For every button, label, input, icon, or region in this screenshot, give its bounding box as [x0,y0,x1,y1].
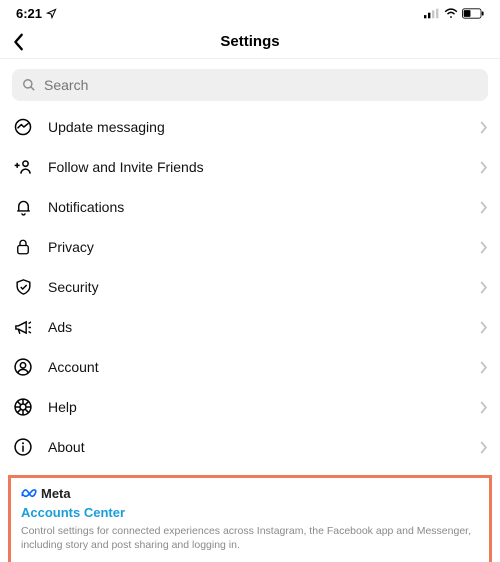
status-bar: 6:21 [0,0,500,25]
settings-item-label: Follow and Invite Friends [48,159,466,175]
lock-icon [12,237,34,257]
help-icon [12,397,34,417]
settings-item-about[interactable]: About [12,427,488,467]
search-input[interactable] [44,77,478,93]
user-icon [12,357,34,377]
chevron-right-icon [480,321,488,334]
status-time: 6:21 [16,6,42,21]
accounts-center-link[interactable]: Accounts Center [21,505,479,520]
settings-item-label: About [48,439,466,455]
chevron-right-icon [480,241,488,254]
accounts-center-card[interactable]: Meta Accounts Center Control settings fo… [8,475,492,562]
add-friend-icon [12,157,34,177]
back-button[interactable] [12,33,26,51]
shield-icon [12,277,34,297]
search-icon [22,78,36,92]
page-title: Settings [220,33,279,50]
settings-item-label: Notifications [48,199,466,215]
location-icon [46,8,57,19]
chevron-right-icon [480,161,488,174]
accounts-center-description: Control settings for connected experienc… [21,524,479,552]
meta-icon [21,488,37,499]
megaphone-icon [12,318,34,337]
settings-item-update-messaging[interactable]: Update messaging [12,107,488,147]
settings-item-label: Update messaging [48,119,466,135]
settings-item-label: Account [48,359,466,375]
settings-item-account[interactable]: Account [12,347,488,387]
meta-brand-label: Meta [41,486,71,501]
chevron-right-icon [480,401,488,414]
settings-item-help[interactable]: Help [12,387,488,427]
meta-brand: Meta [21,486,479,501]
settings-item-label: Security [48,279,466,295]
cell-signal-icon [424,8,440,19]
chevron-right-icon [480,201,488,214]
chevron-right-icon [480,121,488,134]
wifi-icon [444,8,458,19]
settings-item-ads[interactable]: Ads [12,307,488,347]
settings-list: Update messaging Follow and Invite Frien… [12,107,488,467]
chevron-right-icon [480,441,488,454]
page-header: Settings [0,25,500,59]
settings-item-notifications[interactable]: Notifications [12,187,488,227]
chevron-right-icon [480,361,488,374]
settings-item-label: Help [48,399,466,415]
bell-icon [12,197,34,217]
messenger-icon [12,117,34,137]
settings-item-label: Privacy [48,239,466,255]
settings-item-follow-invite[interactable]: Follow and Invite Friends [12,147,488,187]
settings-item-label: Ads [48,319,466,335]
settings-item-security[interactable]: Security [12,267,488,307]
search-box[interactable] [12,69,488,101]
chevron-right-icon [480,281,488,294]
settings-item-privacy[interactable]: Privacy [12,227,488,267]
info-icon [12,437,34,457]
battery-icon [462,8,484,19]
